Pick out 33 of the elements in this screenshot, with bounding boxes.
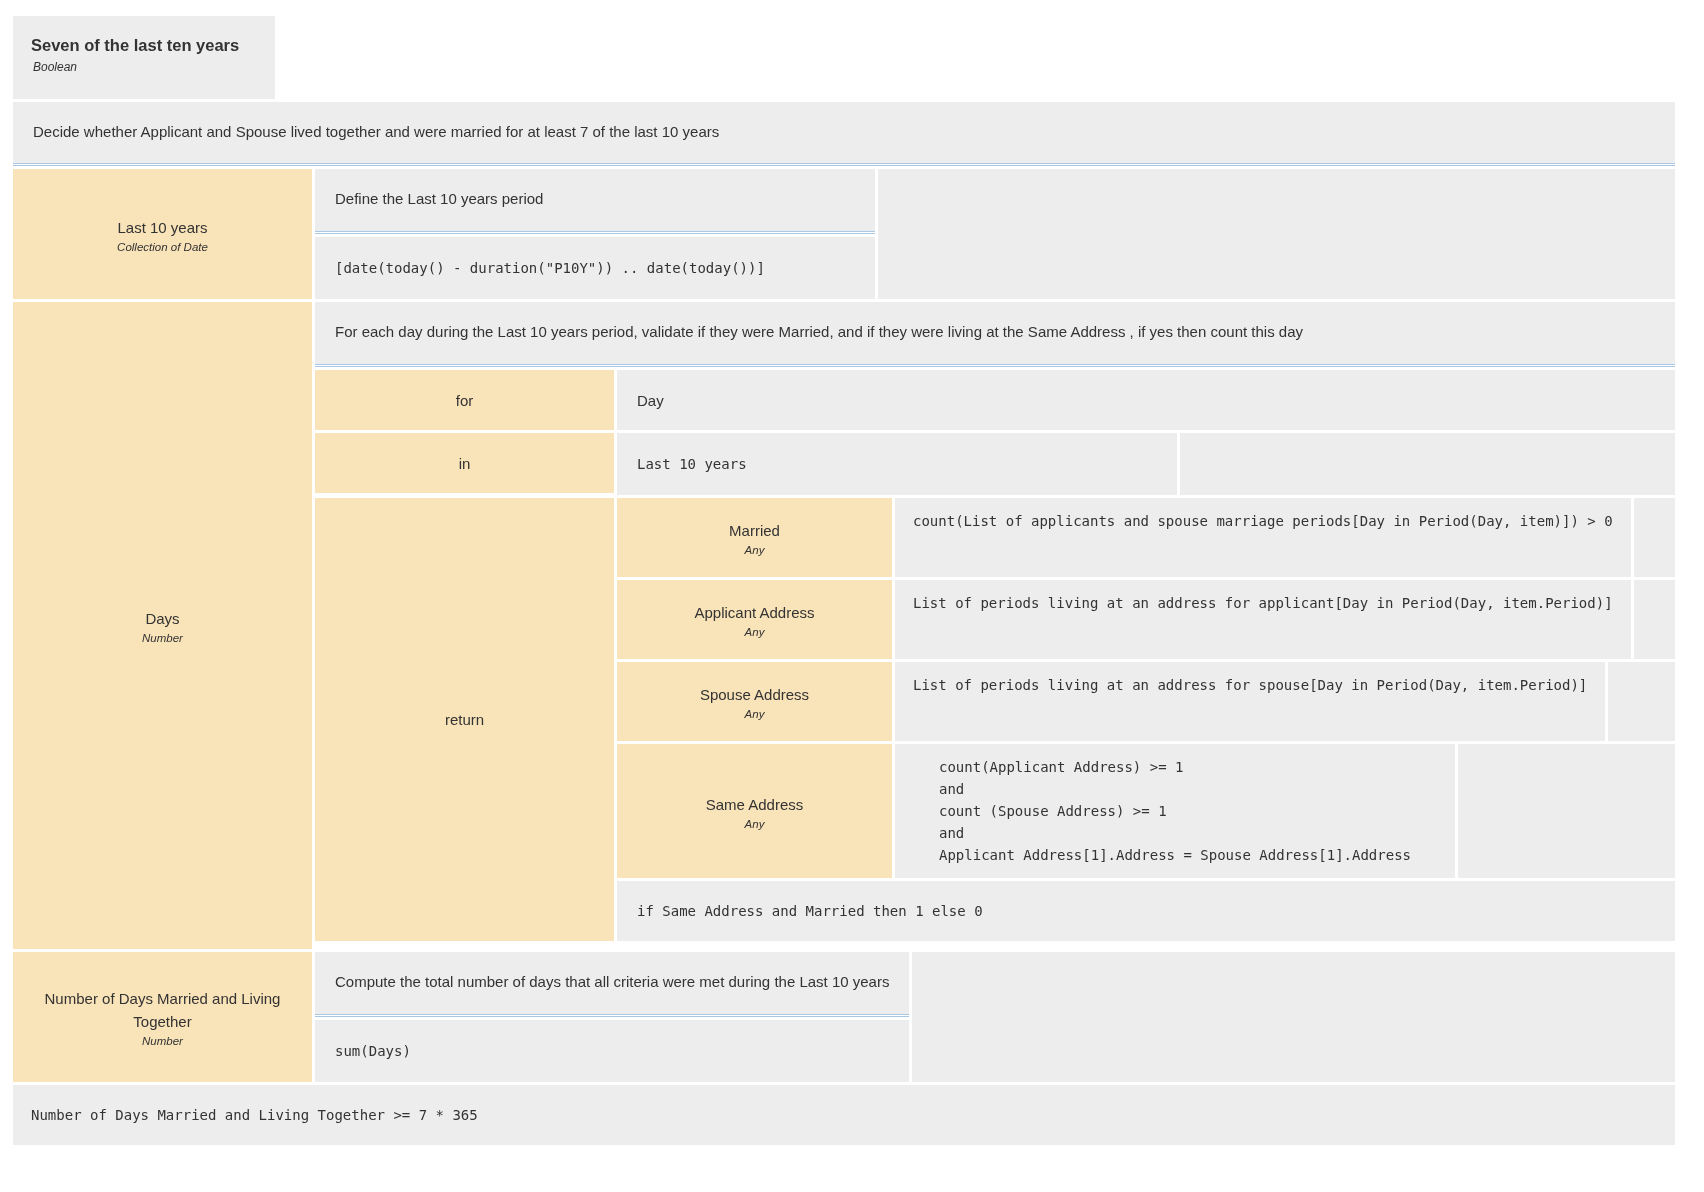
type-label: Number xyxy=(142,632,183,644)
expression-cell: List of periods living at an address for applicant[Day in Period(Day, item.Period)] xyxy=(895,580,1631,659)
type-label: Collection of Date xyxy=(117,240,208,253)
type-label: Any xyxy=(744,708,765,720)
expression-cell: count(List of applicants and spouse marriage periods[Day in Period(Day, item)]) > 0 xyxy=(895,498,1631,577)
keyword-cell: for xyxy=(315,370,614,430)
type-label: Any xyxy=(744,626,765,638)
expression-title: Seven of the last ten years xyxy=(31,36,241,55)
type-label: Number xyxy=(142,1035,183,1047)
description-text: For each day during the Last 10 years period, validate if they were Married, and if they were living at the Same Address , if yes then count this day xyxy=(315,302,1675,364)
variable-name: Married xyxy=(729,521,780,541)
variable-cell: Day xyxy=(617,370,1675,430)
type-label: Any xyxy=(744,544,765,556)
variable-name: Last 10 years xyxy=(117,217,208,238)
description-text: Define the Last 10 years period xyxy=(315,169,875,231)
variable-name: Days xyxy=(145,609,180,629)
result-expression-cell: Number of Days Married and Living Together >= 7 * 365 xyxy=(13,1085,1675,1145)
type-label: Any xyxy=(744,817,765,830)
expression-cell: Last 10 years xyxy=(617,433,1177,495)
expression-cell: sum(Days) xyxy=(315,1020,910,1082)
variable-name: Spouse Address xyxy=(699,685,810,705)
expression-cell: List of periods living at an address for spouse[Day in Period(Day, item.Period)] xyxy=(895,662,1606,741)
variable-name: Number of Days Married and Living Together xyxy=(43,989,282,1032)
keyword-cell: in xyxy=(315,433,614,493)
expression-cell: count(Applicant Address) >= 1 and count (Spouse Address) >= 1 and Applicant Address[1].Address = Spouse Address[1].Address xyxy=(895,744,1455,878)
variable-name: Same Address xyxy=(705,794,804,815)
expression-cell: [date(today() - duration("P10Y")) .. date(today())] xyxy=(315,237,875,299)
description-text: Compute the total number of days that all criteria were met during the Last 10 years xyxy=(315,952,910,1014)
result-expression-cell: if Same Address and Married then 1 else 0 xyxy=(617,881,1675,941)
type-label: Boolean xyxy=(33,60,79,74)
keyword-cell: return xyxy=(315,498,614,941)
description-text: Decide whether Applicant and Spouse lived together and were married for at least 7 of the last 10 years xyxy=(13,102,1675,163)
variable-name: Applicant Address xyxy=(694,603,815,623)
